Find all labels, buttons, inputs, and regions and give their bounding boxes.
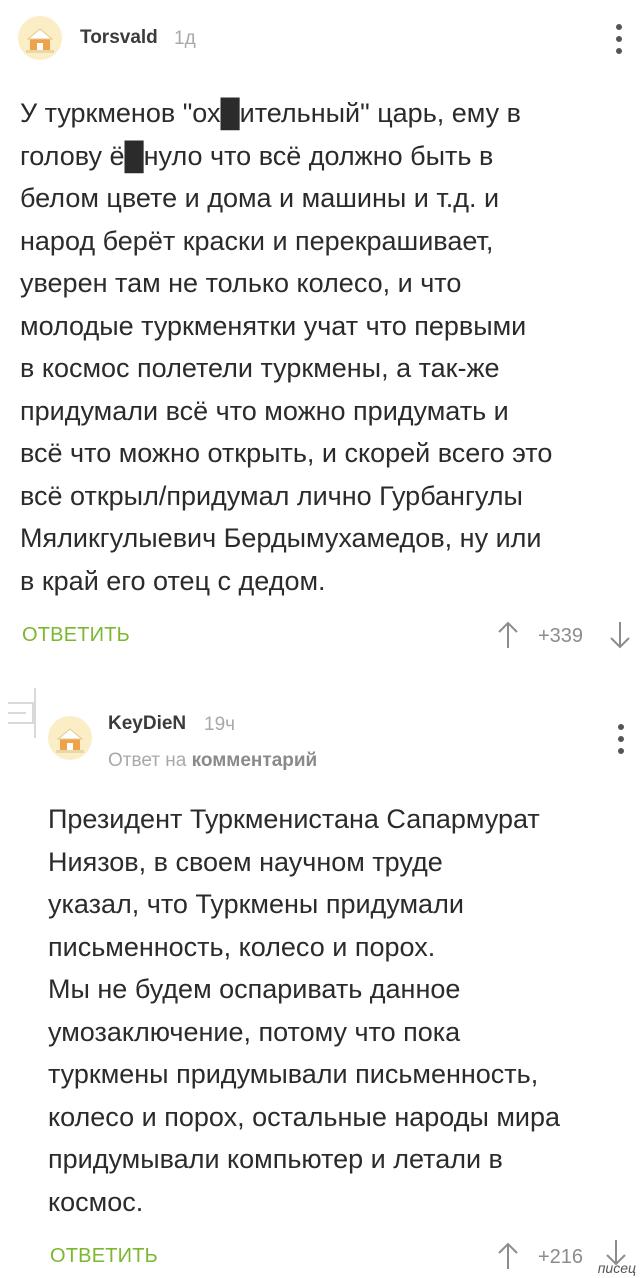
answer-prefix: Ответ на [108, 750, 187, 771]
comment-line: туркмены придумывали письменность, [48, 1059, 539, 1089]
kebab-menu-icon[interactable] [614, 724, 628, 760]
comment-line: в край его отец с дедом. [20, 565, 326, 596]
comment-body: У туркменов "ох█ительный" царь, ему в гол… [20, 92, 630, 602]
comment-line: придумывали компьютер и летали в [48, 1144, 503, 1174]
collapse-thread-icon[interactable] [8, 702, 34, 724]
comment-body: Президент Туркменистана Сапармурат Ниязов… [48, 798, 633, 1223]
comment-line: народ берёт краски и перекрашивает, [20, 225, 494, 256]
watermark: писец [597, 1260, 636, 1276]
kebab-menu-icon[interactable] [612, 24, 626, 60]
comment-line: молодые туркменятки учат что первыми [20, 310, 527, 341]
comment-line: Мяликгулыевич Бердымухамедов, ну или [20, 523, 542, 553]
comment-time: 1д [174, 28, 196, 49]
answer-to-comment-link[interactable]: Ответ на комментарий [108, 750, 317, 772]
comment-line: указал, что Туркмены придумали [48, 889, 464, 919]
comment-line: уверен там не только колесо, и что [20, 268, 462, 298]
arrow-down-icon[interactable] [608, 620, 632, 650]
comment-author[interactable]: KeyDieN [108, 713, 186, 735]
comment-line: придумали всё что можно придумать и [20, 395, 509, 426]
rating-score: +216 [538, 1246, 584, 1268]
comment-line: У туркменов "ох█ительный" царь, ему в [20, 98, 521, 128]
comment-line: колесо и порох, остальные народы мира [48, 1101, 561, 1132]
thread-line [34, 688, 36, 738]
comment-line: Ниязов, в своем научном труде [48, 846, 443, 877]
reply-button[interactable]: ОТВЕТИТЬ [22, 624, 130, 647]
comment-author[interactable]: Torsvald [80, 27, 158, 49]
comment-line: всё открыл/придумал лично Гурбангулы [20, 480, 523, 511]
comment-line: письменность, колесо и порох. [48, 931, 436, 962]
reply-button[interactable]: ОТВЕТИТЬ [50, 1245, 158, 1268]
comment-line: космос. [48, 1186, 144, 1217]
comment-line: Мы не будем оспаривать данное [48, 974, 461, 1004]
arrow-up-icon[interactable] [496, 1241, 520, 1271]
arrow-up-icon[interactable] [496, 620, 520, 650]
avatar[interactable] [48, 716, 92, 760]
comment-line: белом цвете и дома и машины и т.д. и [20, 183, 500, 213]
comment-line: всё что можно открыть, и скорей всего эт… [20, 438, 553, 468]
avatar[interactable] [18, 16, 62, 60]
default-avatar-icon [26, 28, 54, 53]
answer-target[interactable]: комментарий [192, 750, 318, 771]
comment-time: 19ч [204, 714, 236, 735]
default-avatar-icon [56, 728, 84, 753]
rating-score: +339 [538, 625, 584, 647]
comment-line: Президент Туркменистана Сапармурат [48, 804, 540, 834]
comment-line: голову ё█нуло что всё должно быть в [20, 140, 494, 171]
comment-line: умозаключение, потому что пока [48, 1016, 461, 1047]
comment-line: в космос полетели туркмены, а так-же [20, 353, 500, 383]
